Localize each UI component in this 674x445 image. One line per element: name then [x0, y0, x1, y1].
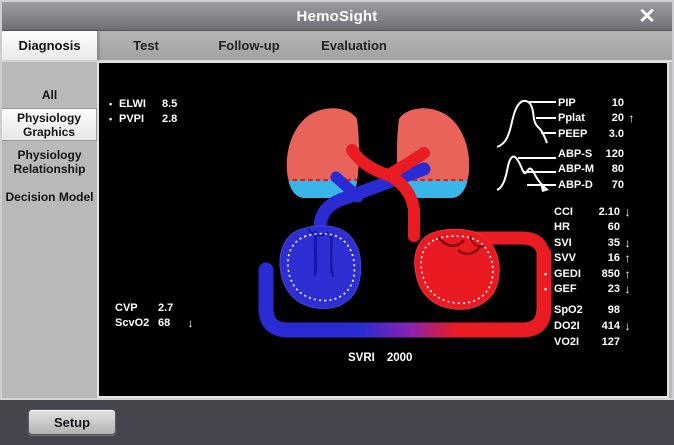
param-label: Pplat — [558, 112, 600, 124]
hemosight-window: HemoSight ✕ Diagnosis Test Follow-up Eva… — [0, 0, 674, 445]
param-row-scvo2: ScvO2 68 ↓ — [105, 316, 198, 332]
param-bullet: • — [544, 269, 554, 279]
param-label: SpO2 — [554, 304, 596, 316]
param-row-cvp: CVP 2.7 — [105, 300, 198, 316]
title-bar: HemoSight ✕ — [2, 2, 672, 31]
param-row-hr: HR 60 — [544, 220, 635, 236]
param-value: 2000 — [387, 352, 413, 364]
param-row-pplat: Pplat 20 ↑ — [548, 111, 639, 127]
cvp-scvo2-group: CVP 2.7 ScvO2 68 ↓ — [105, 300, 198, 331]
param-value: 127 — [596, 336, 620, 348]
param-row-abp-m: ABP-M 80 — [548, 162, 639, 178]
param-label: PIP — [558, 97, 600, 109]
param-value: 20 — [600, 112, 624, 124]
param-label: ABP-S — [558, 148, 600, 160]
close-icon[interactable]: ✕ — [632, 3, 662, 29]
trend-arrow: ↓ — [620, 319, 635, 333]
sidebar: All Physiology Graphics Physiology Relat… — [2, 64, 97, 398]
param-value: 35 — [596, 237, 620, 249]
sidebar-item-decision-model[interactable]: Decision Model — [2, 184, 97, 210]
trend-arrow: ↓ — [183, 316, 198, 330]
param-row-svri: SVRI 2000 — [348, 352, 412, 364]
param-value: 2.10 — [596, 206, 620, 218]
tab-test[interactable]: Test — [98, 31, 194, 60]
param-bullet: • — [544, 284, 554, 294]
param-value: 8.5 — [161, 98, 187, 110]
param-row-svv: SVV 16 ↑ — [544, 251, 635, 267]
tab-follow-up[interactable]: Follow-up — [194, 31, 304, 60]
param-row-abp-d: ABP-D 70 — [548, 177, 639, 193]
param-label: CVP — [115, 302, 157, 314]
right-heart-graphic — [280, 226, 361, 309]
param-bullet: • — [109, 99, 119, 109]
param-value: 80 — [600, 163, 624, 175]
param-value: 120 — [600, 148, 624, 160]
param-label: GEDI — [554, 268, 596, 280]
param-label: VO2I — [554, 336, 596, 348]
trend-arrow: ↓ — [620, 205, 635, 219]
tab-bar: Diagnosis Test Follow-up Evaluation — [2, 31, 672, 62]
tab-diagnosis[interactable]: Diagnosis — [2, 31, 98, 60]
param-label: HR — [554, 221, 596, 233]
setup-button[interactable]: Setup — [28, 409, 116, 435]
trend-arrow: ↓ — [620, 236, 635, 250]
sidebar-item-physiology-graphics[interactable]: Physiology Graphics — [2, 108, 97, 141]
param-label: GEF — [554, 283, 596, 295]
param-value: 23 — [596, 283, 620, 295]
param-row-pip: PIP 10 — [548, 95, 639, 111]
param-value: 3.0 — [600, 128, 624, 140]
param-row-spo2: SpO2 98 — [544, 302, 635, 318]
param-row-gef: • GEF 23 ↓ — [544, 282, 635, 298]
param-label: CCI — [554, 206, 596, 218]
param-value: 414 — [596, 320, 620, 332]
param-value: 70 — [600, 179, 624, 191]
param-label: SVI — [554, 237, 596, 249]
ventilation-group: PIP 10 Pplat 20 ↑ PEEP 3.0 — [548, 95, 639, 142]
left-heart-graphic — [415, 229, 500, 309]
param-row-cci: CCI 2.10 ↓ — [544, 204, 635, 220]
physiology-graphics-panel: • ELWI 8.5 • PVPI 2.8 CVP 2.7 Scv — [97, 62, 669, 398]
oxygenation-group: SpO2 98 DO2I 414 ↓ VO2I 127 — [544, 302, 635, 350]
param-row-vo2i: VO2I 127 — [544, 334, 635, 350]
param-row-svi: SVI 35 ↓ — [544, 235, 635, 251]
elwi-pvpi-group: • ELWI 8.5 • PVPI 2.8 — [109, 96, 202, 127]
param-bullet: • — [109, 114, 119, 124]
param-row-peep: PEEP 3.0 — [548, 126, 639, 142]
param-label: SVV — [554, 252, 596, 264]
sidebar-item-all[interactable]: All — [2, 82, 97, 108]
trend-arrow: ↑ — [624, 111, 639, 125]
param-label: ScvO2 — [115, 317, 157, 329]
param-label: PEEP — [558, 128, 600, 140]
param-value: 2.7 — [157, 302, 183, 314]
param-value: 10 — [600, 97, 624, 109]
param-value: 2.8 — [161, 113, 187, 125]
param-row-abp-s: ABP-S 120 — [548, 146, 639, 162]
param-label: SVRI — [348, 352, 375, 364]
param-value: 68 — [157, 317, 183, 329]
param-label: PVPI — [119, 113, 161, 125]
param-label: ABP-D — [558, 179, 600, 191]
param-value: 60 — [596, 221, 620, 233]
tab-evaluation[interactable]: Evaluation — [304, 31, 404, 60]
param-value: 16 — [596, 252, 620, 264]
param-value: 850 — [596, 268, 620, 280]
param-label: DO2I — [554, 320, 596, 332]
param-row-gedi: • GEDI 850 ↑ — [544, 266, 635, 282]
param-row-pvpi: • PVPI 2.8 — [109, 112, 202, 128]
trend-arrow: ↓ — [620, 282, 635, 296]
param-row-do2i: DO2I 414 ↓ — [544, 318, 635, 334]
param-label: ELWI — [119, 98, 161, 110]
trend-arrow: ↑ — [620, 251, 635, 265]
abp-group: ABP-S 120 ABP-M 80 ABP-D 70 — [548, 146, 639, 193]
trend-arrow: ↑ — [620, 267, 635, 281]
param-label: ABP-M — [558, 163, 600, 175]
window-title: HemoSight — [297, 8, 378, 25]
hemodynamics-group: CCI 2.10 ↓ HR 60 SVI 35 ↓ SVV 16 ↑ — [544, 204, 635, 297]
param-value: 98 — [596, 304, 620, 316]
sidebar-item-physiology-relationship[interactable]: Physiology Relationship — [2, 145, 97, 178]
param-row-elwi: • ELWI 8.5 — [109, 96, 202, 112]
footer-bar: Setup — [0, 398, 674, 445]
